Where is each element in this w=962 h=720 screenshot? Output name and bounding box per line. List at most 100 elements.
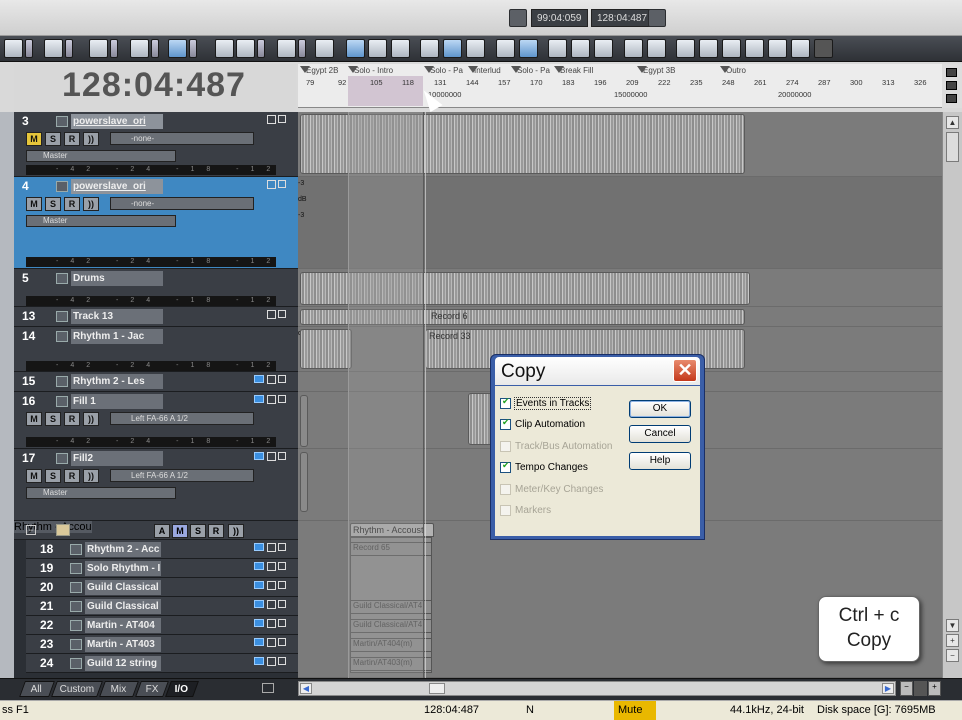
scroll-thumb[interactable] (946, 132, 959, 162)
dialog-titlebar[interactable]: Copy ✕ (495, 357, 700, 385)
restore-icon[interactable] (278, 562, 286, 570)
loop-icon[interactable] (519, 39, 538, 58)
input-echo-button[interactable]: )) (83, 469, 99, 483)
minimize-icon[interactable] (267, 600, 276, 609)
arm-button[interactable]: R (64, 132, 80, 146)
audio-clip[interactable] (300, 329, 352, 369)
track-name[interactable]: powerslave_ori (71, 114, 163, 129)
track-header[interactable]: 16 Fill 1 M S R )) Left FA-66 A 1/2 -42 … (14, 392, 298, 449)
pencil-icon[interactable] (44, 39, 63, 58)
restore-icon[interactable] (278, 115, 286, 123)
track-mode-icon[interactable] (254, 619, 264, 627)
output-select[interactable]: Master (26, 487, 176, 499)
track-name[interactable]: Track 13 (71, 309, 163, 324)
event-list-icon[interactable] (647, 39, 666, 58)
folder-arm-button[interactable]: R (208, 524, 224, 538)
track-name[interactable]: Fill2 (71, 451, 163, 466)
track-mode-icon[interactable] (254, 395, 264, 403)
minimize-icon[interactable] (267, 619, 276, 628)
grid-icon[interactable] (89, 39, 108, 58)
now-time-display[interactable]: 128:04:487 (62, 66, 246, 105)
video-icon[interactable] (791, 39, 810, 58)
zoom-slider[interactable] (914, 681, 927, 696)
restore-icon[interactable] (278, 638, 286, 646)
tab-io[interactable]: I/O (165, 681, 199, 697)
tab-fx[interactable]: FX (135, 681, 169, 697)
minimize-icon[interactable] (267, 375, 276, 384)
track-header[interactable]: 14 Rhythm 1 - Jac -42 -24 -18 -12 -6 (14, 327, 298, 372)
option-clip-automation[interactable]: Clip Automation (500, 417, 585, 435)
track-header[interactable]: 4 powerslave_ori M S R )) -none- Master … (14, 177, 298, 269)
restore-icon[interactable] (278, 452, 286, 460)
track-mode-icon[interactable] (254, 543, 264, 551)
solo-button[interactable]: S (45, 132, 61, 146)
console-icon[interactable] (699, 39, 718, 58)
folder-track-header[interactable]: 24 Guild 12 string (26, 654, 298, 673)
track-name[interactable]: Guild Classical C (85, 599, 161, 614)
list-view-icon[interactable] (624, 39, 643, 58)
track-mode-icon[interactable] (254, 375, 264, 383)
vertical-scrollbar[interactable]: ▲ ▼ + − (942, 112, 962, 678)
folder-echo-button[interactable]: )) (228, 524, 244, 538)
zoom-icon[interactable] (277, 39, 296, 58)
minimize-icon[interactable] (267, 581, 276, 590)
input-echo-button[interactable]: )) (83, 197, 99, 211)
minimize-icon[interactable] (267, 180, 276, 189)
inspector-edge[interactable] (0, 112, 14, 678)
track-name[interactable]: Rhythm 2 - Acc (85, 542, 161, 557)
track-mode-icon[interactable] (254, 562, 264, 570)
audio-clip[interactable] (300, 452, 308, 512)
snap-icon[interactable] (130, 39, 149, 58)
snap-dropdown-icon[interactable] (151, 39, 159, 58)
track-view-dropdown-icon[interactable] (189, 39, 197, 58)
folder-track-header[interactable]: 22 Martin - AT404 (26, 616, 298, 635)
restore-icon[interactable] (278, 619, 286, 627)
ok-button[interactable]: OK (629, 400, 691, 418)
mute-button[interactable]: M (26, 132, 42, 146)
minimize-icon[interactable] (267, 395, 276, 404)
folder-track-header[interactable]: 23 Martin - AT403 (26, 635, 298, 654)
mute-dropdown-icon[interactable] (257, 39, 265, 58)
scroll-left-icon[interactable]: ◀ (300, 683, 312, 694)
track-name[interactable]: Guild 12 string (85, 656, 161, 671)
grid-dropdown-icon[interactable] (110, 39, 118, 58)
folder-track-header[interactable]: 20 Guild Classical C (26, 578, 298, 597)
minimize-icon[interactable] (267, 657, 276, 666)
crossfade-icon[interactable] (368, 39, 387, 58)
zoom-out-h-icon[interactable]: − (900, 681, 913, 696)
arm-button[interactable]: R (64, 412, 80, 426)
output-select[interactable]: Master (26, 215, 176, 227)
automation-read-icon[interactable] (420, 39, 439, 58)
restore-icon[interactable] (278, 581, 286, 589)
track-mode-icon[interactable] (254, 452, 264, 460)
track-name[interactable]: Solo Rhythm - I (85, 561, 161, 576)
ripple-edit-icon[interactable] (391, 39, 410, 58)
restore-icon[interactable] (278, 600, 286, 608)
select-tool-icon[interactable] (4, 39, 23, 58)
restore-icon[interactable] (278, 180, 286, 188)
mute-tool-icon[interactable] (236, 39, 255, 58)
tab-custom[interactable]: Custom (51, 681, 103, 697)
horizontal-scrollbar[interactable]: ◀ ▶ (298, 681, 896, 696)
folder-track-header[interactable]: 18 Rhythm 2 - Acc (26, 540, 298, 559)
track-name[interactable]: Fill 1 (71, 394, 163, 409)
ruler-grid-icon[interactable] (946, 68, 957, 77)
arm-button[interactable]: R (64, 197, 80, 211)
minimize-icon[interactable] (267, 115, 276, 124)
track-mode-icon[interactable] (254, 657, 264, 665)
marker[interactable]: Solo - Pa (424, 66, 463, 75)
input-echo-button[interactable]: )) (83, 412, 99, 426)
restore-icon[interactable] (278, 657, 286, 665)
minimize-icon[interactable] (267, 310, 276, 319)
select-dropdown-icon[interactable] (25, 39, 33, 58)
restore-icon[interactable] (278, 375, 286, 383)
piano-roll-icon[interactable] (676, 39, 695, 58)
help-button[interactable]: Help (629, 452, 691, 470)
option-events-in-tracks[interactable]: Events in Tracks (500, 396, 592, 414)
hscroll-thumb[interactable] (429, 683, 445, 694)
automation-write-icon[interactable] (443, 39, 462, 58)
transport-start-icon[interactable] (509, 9, 527, 27)
folder-mute-button[interactable]: M (172, 524, 188, 538)
minimize-icon[interactable] (267, 562, 276, 571)
option-tempo-changes[interactable]: Tempo Changes (500, 460, 588, 478)
